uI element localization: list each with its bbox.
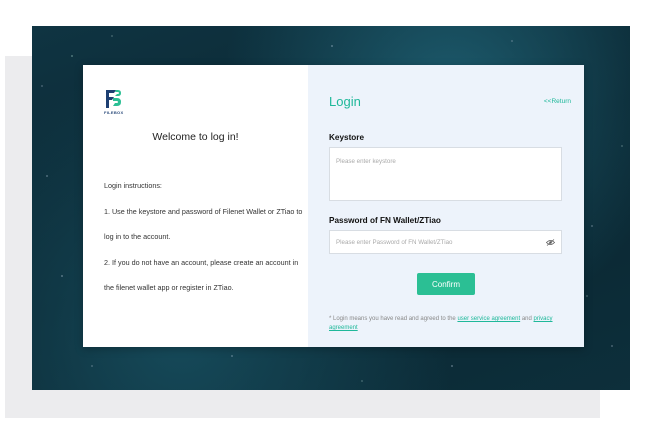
and-text: and <box>521 316 532 322</box>
welcome-heading: Welcome to log in! <box>152 131 239 143</box>
instruction-line: 2. If you do not have an account, please… <box>104 257 299 267</box>
logo-text: FILEBOX <box>104 110 124 115</box>
login-instructions: Login instructions: 1. Use the keystore … <box>104 173 309 301</box>
eye-off-icon[interactable] <box>546 238 555 246</box>
filebox-logo-icon <box>106 90 121 108</box>
password-label: Password of FN Wallet/ZTiao <box>329 216 441 225</box>
login-title: Login <box>329 94 361 109</box>
instruction-line: the filenet wallet app or register in ZT… <box>104 283 234 292</box>
instruction-line: log in to the account. <box>104 232 171 241</box>
password-input[interactable]: Please enter Password of FN Wallet/ZTiao <box>329 230 562 254</box>
agreement-prefix: * Login means you have read and agreed t… <box>329 316 456 322</box>
keystore-input[interactable]: Please enter keystore <box>329 147 562 201</box>
return-link[interactable]: <<Return <box>544 98 571 105</box>
confirm-button[interactable]: Confirm <box>417 273 475 295</box>
keystore-label: Keystore <box>329 133 365 142</box>
instruction-line: Login instructions: <box>104 181 162 190</box>
password-placeholder: Please enter Password of FN Wallet/ZTiao <box>336 238 453 246</box>
login-form-panel: Login <<Return Keystore Please enter key… <box>308 65 584 347</box>
login-card: FILEBOX Welcome to log in! Login instruc… <box>83 65 584 347</box>
user-agreement-link[interactable]: user service agreement <box>457 316 520 322</box>
brand-logo: FILEBOX <box>104 89 128 115</box>
instructions-panel: FILEBOX Welcome to log in! Login instruc… <box>83 65 308 347</box>
instruction-line: 1. Use the keystore and password of File… <box>104 206 303 216</box>
agreement-note: * Login means you have read and agreed t… <box>329 315 569 333</box>
